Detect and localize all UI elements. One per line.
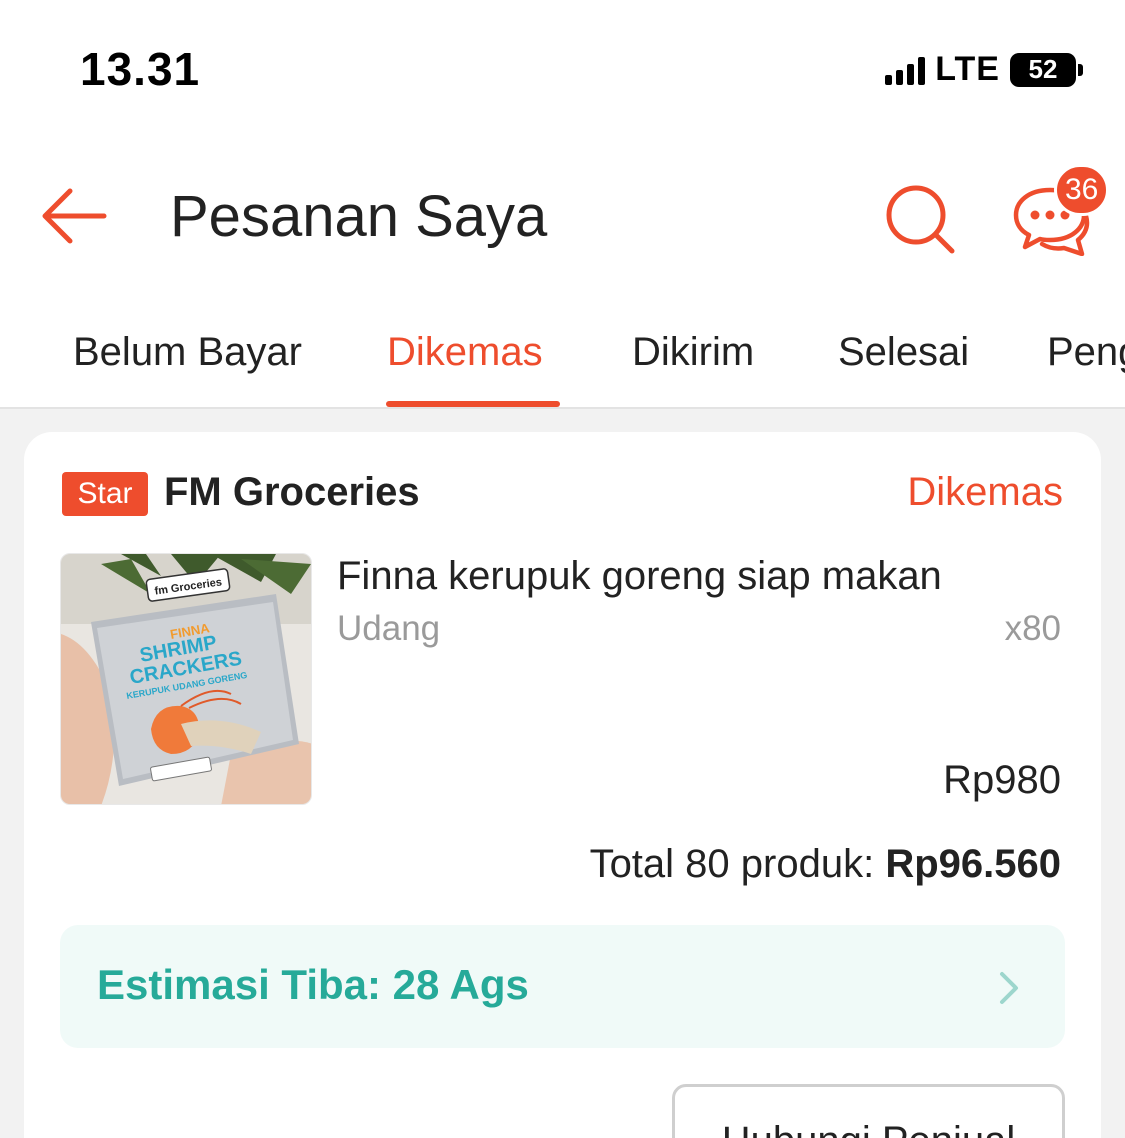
order-status-tabs: Belum Bayar Dikemas Dikirim Selesai Peng bbox=[0, 322, 1125, 408]
search-icon[interactable] bbox=[882, 181, 958, 257]
order-total: Total 80 produk: Rp96.560 bbox=[590, 842, 1061, 887]
order-status: Dikemas bbox=[907, 470, 1063, 514]
tabs-divider bbox=[0, 407, 1125, 409]
app-header-area: 13.31 LTE 52 Pesanan Saya 36 Belum Bayar… bbox=[0, 0, 1125, 408]
order-total-label: Total 80 produk: bbox=[589, 842, 875, 886]
tab-pengembalian[interactable]: Peng bbox=[1047, 330, 1125, 375]
back-arrow-icon[interactable] bbox=[38, 183, 110, 249]
estimated-arrival-row[interactable]: Estimasi Tiba: 28 Ags bbox=[60, 925, 1065, 1048]
network-type: LTE bbox=[935, 50, 1000, 88]
chevron-right-icon bbox=[1000, 972, 1018, 1004]
status-indicators: LTE 52 bbox=[885, 50, 1083, 89]
battery-level: 52 bbox=[1010, 52, 1076, 87]
product-image[interactable]: fm Groceries FINNA SHRIMP CRACKERS KERUP… bbox=[60, 553, 312, 805]
status-time: 13.31 bbox=[80, 43, 201, 95]
tab-dikemas[interactable]: Dikemas bbox=[387, 330, 543, 375]
chat-unread-badge: 36 bbox=[1054, 164, 1110, 216]
tab-belum-bayar[interactable]: Belum Bayar bbox=[73, 330, 302, 375]
tab-dikirim[interactable]: Dikirim bbox=[632, 330, 754, 375]
page-title: Pesanan Saya bbox=[170, 184, 548, 249]
star-seller-badge: Star bbox=[62, 472, 148, 516]
contact-seller-button[interactable]: Hubungi Penjual bbox=[672, 1084, 1065, 1138]
tab-selesai[interactable]: Selesai bbox=[838, 330, 969, 375]
product-quantity: x80 bbox=[1004, 609, 1061, 648]
order-total-amount: Rp96.560 bbox=[885, 842, 1061, 886]
battery-icon: 52 bbox=[1010, 52, 1083, 87]
order-card[interactable]: Star FM Groceries Dikemas fm Groceries F… bbox=[24, 432, 1101, 1138]
shop-name[interactable]: FM Groceries bbox=[164, 470, 420, 515]
product-name[interactable]: Finna kerupuk goreng siap makan bbox=[337, 554, 942, 599]
product-price: Rp980 bbox=[943, 758, 1061, 802]
estimated-arrival-text: Estimasi Tiba: 28 Ags bbox=[97, 961, 529, 1008]
product-variant: Udang bbox=[337, 609, 441, 648]
signal-icon bbox=[885, 55, 926, 85]
